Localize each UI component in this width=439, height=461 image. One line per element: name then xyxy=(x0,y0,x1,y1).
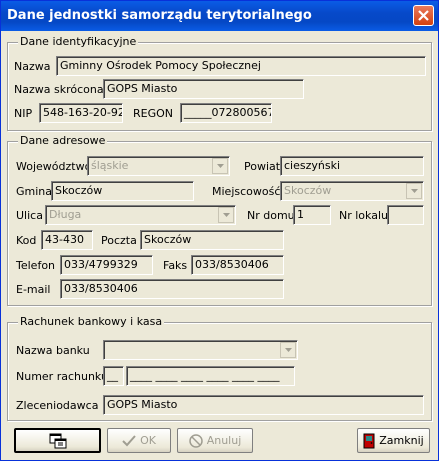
name-label: Nazwa xyxy=(14,60,51,73)
cancel-button[interactable]: Anuluj xyxy=(177,428,253,453)
post-office-label: Poczta xyxy=(101,234,137,247)
mandatary-field[interactable]: GOPS Miasto xyxy=(103,395,424,415)
fax-label: Faks xyxy=(163,259,188,272)
postcode-field[interactable]: 43-430 xyxy=(41,230,93,250)
voivodeship-select[interactable]: śląskie xyxy=(87,156,230,176)
house-number-field[interactable]: 1 xyxy=(293,205,331,225)
chevron-down-icon[interactable] xyxy=(406,183,422,199)
locality-select[interactable]: Skoczów xyxy=(280,181,424,201)
bank-name-label: Nazwa banku xyxy=(16,344,90,357)
street-label: Ulica xyxy=(16,209,43,222)
name-field[interactable]: Gminny Ośrodek Pomocy Społecznej xyxy=(56,56,426,76)
commune-field[interactable]: Skoczów xyxy=(51,181,194,201)
flat-number-label: Nr lokalu xyxy=(339,209,388,222)
district-label: Powiat xyxy=(244,160,281,173)
regon-field[interactable]: _____072800567 xyxy=(180,103,272,123)
ok-button[interactable]: OK xyxy=(107,428,171,453)
postcode-label: Kod xyxy=(16,234,37,247)
house-number-label: Nr domu xyxy=(247,209,295,222)
voivodeship-value: śląskie xyxy=(91,159,129,172)
bank-legend: Rachunek bankowy i kasa xyxy=(18,315,165,328)
short-name-label: Nazwa skrócona xyxy=(14,83,104,96)
identification-legend: Dane identyfikacyjne xyxy=(18,35,139,48)
window-title: Dane jednostki samorządu terytorialnego xyxy=(7,8,312,23)
fax-field[interactable]: 033/8530406 xyxy=(191,255,284,275)
ok-label: OK xyxy=(140,434,156,447)
regon-label: REGON xyxy=(133,107,174,120)
dialog-window: Dane jednostki samorządu terytorialnego … xyxy=(0,0,439,461)
mandatary-label: Zleceniodawca xyxy=(16,399,99,412)
district-field[interactable]: cieszyński xyxy=(280,156,424,176)
no-entry-icon xyxy=(188,433,203,448)
post-office-field[interactable]: Skoczów xyxy=(140,230,284,250)
address-legend: Dane adresowe xyxy=(18,134,108,147)
checkmark-icon xyxy=(122,434,136,446)
chevron-down-icon[interactable] xyxy=(212,158,228,174)
email-label: E-mail xyxy=(16,283,51,296)
locality-value: Skoczów xyxy=(284,184,332,197)
street-value: Długa xyxy=(49,208,82,221)
close-button[interactable]: Zamknij xyxy=(357,428,430,453)
voivodeship-label: Województwo xyxy=(16,160,92,173)
windows-button[interactable] xyxy=(14,428,101,453)
close-icon xyxy=(418,10,429,21)
account-prefix-field[interactable]: __ xyxy=(103,366,124,386)
short-name-field[interactable]: GOPS Miasto xyxy=(103,79,304,99)
close-label: Zamknij xyxy=(379,434,424,447)
multi-window-icon xyxy=(49,433,66,448)
email-field[interactable]: 033/8530406 xyxy=(60,279,284,299)
account-number-field[interactable]: ____ ____ ____ ____ ____ ____ xyxy=(126,366,295,386)
close-window-button[interactable] xyxy=(413,5,434,26)
flat-number-field[interactable] xyxy=(387,205,424,225)
commune-label: Gmina xyxy=(16,185,53,198)
chevron-down-icon[interactable] xyxy=(218,207,234,223)
chevron-down-icon[interactable] xyxy=(280,342,296,358)
phone-label: Telefon xyxy=(16,259,56,272)
title-bar: Dane jednostki samorządu terytorialnego xyxy=(1,1,438,31)
street-select[interactable]: Długa xyxy=(45,205,236,225)
phone-field[interactable]: 033/4799329 xyxy=(60,255,153,275)
cancel-label: Anuluj xyxy=(206,434,242,447)
nip-label: NIP xyxy=(14,107,33,120)
bank-name-select[interactable] xyxy=(103,340,298,360)
nip-field[interactable]: 548-163-20-92 xyxy=(39,103,123,123)
door-exit-icon xyxy=(363,433,375,448)
locality-label: Miejscowość xyxy=(212,185,281,198)
account-number-label: Numer rachunku xyxy=(16,370,108,383)
